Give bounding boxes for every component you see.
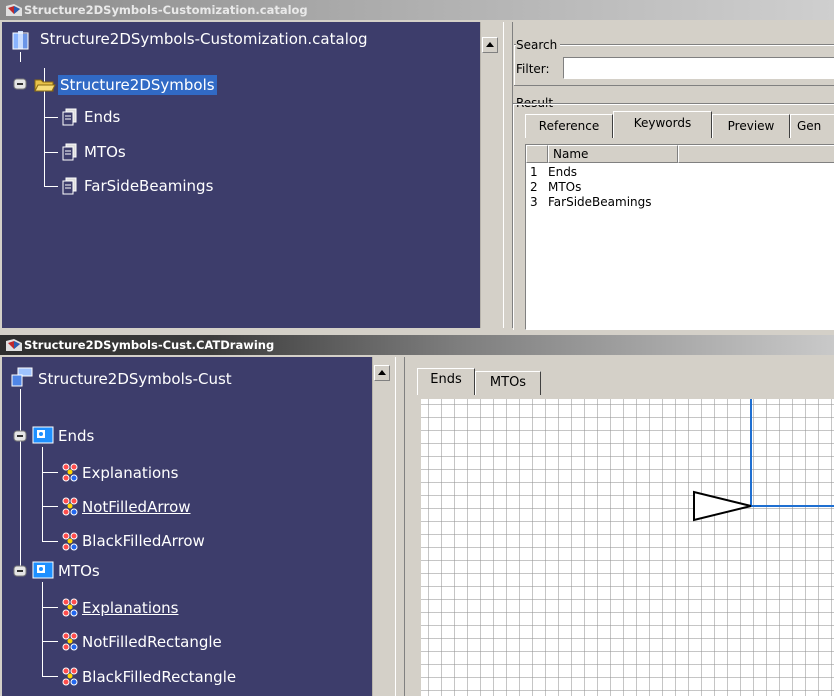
catalog-book-icon [12, 31, 29, 50]
collapse-toggle-icon[interactable] [10, 564, 30, 578]
detail-view-icon [62, 463, 78, 482]
not-filled-arrow-symbol [693, 490, 752, 522]
drawing-tree-scrollbar[interactable] [372, 357, 393, 696]
tab-keywords-label: Keywords [633, 116, 692, 130]
panel-splitter[interactable] [503, 22, 513, 328]
catalog-window-title: Structure2DSymbols-Customization.catalog [24, 3, 308, 17]
chapter-icon [62, 177, 77, 195]
tree-item-label: MTOs [84, 143, 126, 161]
tab-keywords[interactable]: Keywords [613, 111, 712, 138]
tree-view-label: BlackFilledArrow [82, 532, 205, 550]
search-group-label: Search [516, 38, 561, 52]
tree-view-label: Explanations [82, 464, 179, 482]
tab-reference-label: Reference [538, 119, 600, 133]
sheet-tab-label: MTOs [489, 375, 527, 390]
tree-connector [44, 152, 58, 153]
filter-label: Filter: [516, 62, 550, 76]
chapter-icon [62, 143, 77, 161]
catalog-window: Structure2DSymbols-Customization.catalog… [0, 0, 834, 330]
name-column-label: Name [553, 147, 589, 161]
chapter-icon [62, 108, 77, 126]
collapse-toggle-icon[interactable] [10, 429, 30, 443]
detail-view-icon [62, 532, 78, 551]
sheet-icon [32, 561, 54, 579]
tree-connector [42, 447, 43, 541]
tree-root-label: Structure2DSymbols-Cust [38, 370, 232, 388]
tree-connector [42, 541, 58, 542]
tab-generative[interactable]: Gen [790, 114, 834, 138]
extra-column-header[interactable] [678, 145, 834, 163]
drawing-window: Structure2DSymbols-Cust.CATDrawing Struc… [0, 335, 834, 696]
row-number: 1 [530, 165, 538, 179]
detail-view-icon [62, 598, 78, 617]
open-folder-icon [34, 79, 56, 92]
sheet-tab-mtos[interactable]: MTOs [475, 371, 541, 395]
scroll-up-button[interactable] [374, 365, 390, 381]
tree-folder-label: Structure2DSymbols [58, 75, 217, 95]
tree-view-label: NotFilledArrow [82, 498, 191, 516]
name-column-header[interactable]: Name [548, 145, 678, 163]
collapse-toggle-icon[interactable] [10, 77, 30, 91]
catia-app-icon [6, 339, 22, 351]
tree-connector [42, 582, 43, 676]
drawing-title-bar[interactable]: Structure2DSymbols-Cust.CATDrawing [0, 335, 834, 355]
row-name: MTOs [548, 180, 582, 194]
detail-view-icon [62, 667, 78, 686]
row-number: 2 [530, 180, 538, 194]
sheet-tab-ends[interactable]: Ends [417, 368, 475, 395]
tree-view-label: NotFilledRectangle [82, 633, 222, 651]
tree-sheet-label: MTOs [58, 562, 100, 580]
tree-item-label: Ends [84, 108, 121, 126]
panel-splitter[interactable] [395, 357, 405, 696]
row-name: Ends [548, 165, 578, 179]
catalog-tree-scrollbar[interactable] [480, 22, 501, 328]
tree-connector [42, 607, 58, 608]
row-number-header [526, 145, 548, 163]
tree-view-label: BlackFilledRectangle [82, 668, 237, 686]
tree-connector [42, 506, 58, 507]
catia-app-icon [6, 4, 22, 16]
tab-generative-label: Gen [797, 119, 822, 133]
tree-item-label: FarSideBeamings [84, 177, 214, 195]
row-name: FarSideBeamings [548, 195, 652, 209]
drawing-icon [11, 367, 33, 387]
search-panel: Search Filter: Result Reference Keywords… [513, 22, 834, 330]
tree-view-label: Explanations [82, 599, 179, 617]
drawing-geometry [693, 399, 834, 522]
catalog-tree-panel[interactable]: Structure2DSymbols-Customization.catalog… [2, 22, 480, 328]
sheet-icon [32, 426, 54, 444]
tree-connector [42, 641, 58, 642]
row-number: 3 [530, 195, 538, 209]
tree-connector [44, 117, 58, 118]
detail-view-icon [62, 497, 78, 516]
tab-preview[interactable]: Preview [712, 114, 790, 138]
tree-connector [20, 389, 21, 569]
scroll-up-button[interactable] [482, 37, 498, 53]
tab-reference[interactable]: Reference [525, 114, 613, 138]
result-list[interactable]: Name 1 Ends 2 MTOs 3 FarSideBeamings [525, 144, 834, 330]
drawing-window-title: Structure2DSymbols-Cust.CATDrawing [24, 338, 275, 352]
drawing-tree-panel[interactable]: Structure2DSymbols-Cust Ends Explanation… [2, 357, 372, 696]
tab-preview-label: Preview [727, 119, 775, 133]
catalog-title-bar[interactable]: Structure2DSymbols-Customization.catalog [0, 0, 834, 20]
tree-connector [42, 472, 58, 473]
drawing-canvas[interactable] [421, 399, 834, 696]
tree-connector [42, 676, 58, 677]
tree-connector [20, 52, 21, 62]
filter-input[interactable] [563, 57, 834, 79]
tree-root-label: Structure2DSymbols-Customization.catalog [40, 30, 368, 48]
tree-connector [44, 186, 58, 187]
sheet-tab-label: Ends [430, 372, 462, 387]
detail-view-icon [62, 632, 78, 651]
tree-sheet-label: Ends [58, 427, 95, 445]
